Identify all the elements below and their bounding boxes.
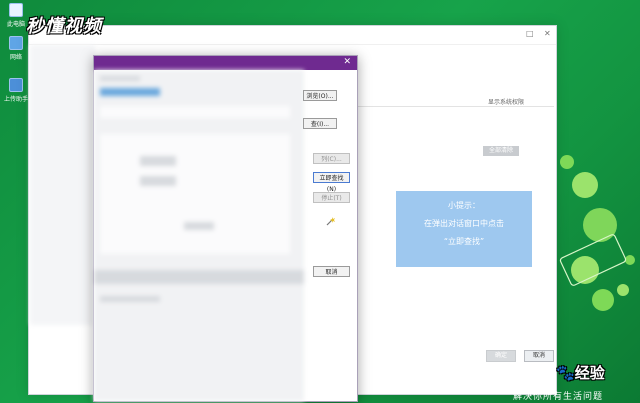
cancel-button-bg[interactable]: 取消 xyxy=(524,350,554,362)
brand-title: 经验 xyxy=(574,364,605,382)
computer-icon xyxy=(9,3,23,17)
desktop-icon-network[interactable]: 网络 xyxy=(2,36,30,61)
brand-subtitle: 解决你所有生活问题 xyxy=(513,392,604,402)
dialog-titlebar: ✕ xyxy=(94,56,357,70)
clear-all-button[interactable]: 全部清除 xyxy=(483,146,519,156)
stop-button[interactable]: 停止(T) xyxy=(313,192,350,203)
find-people-button[interactable]: 查(I)... xyxy=(303,118,337,129)
close-icon[interactable]: ✕ xyxy=(544,29,551,38)
close-icon[interactable]: ✕ xyxy=(343,57,351,67)
tip-title: 小提示： xyxy=(448,201,480,210)
tip-box: 小提示： 在弹出对话窗口中点击 “立即查找” xyxy=(396,191,532,267)
desktop-icon-label: 上传助手 xyxy=(3,96,28,103)
maximize-icon[interactable]: □ xyxy=(526,29,534,38)
watermark-logo-bottom: 🐾经验 xyxy=(556,362,605,383)
browse-button[interactable]: 浏览(O)... xyxy=(303,90,337,101)
tip-line: “立即查找” xyxy=(443,237,485,246)
network-icon xyxy=(9,36,23,50)
decorative-circles xyxy=(559,155,635,311)
find-dialog: ✕ xyxy=(93,55,358,402)
search-animation-icon xyxy=(326,217,335,226)
upload-icon xyxy=(9,78,23,92)
columns-button[interactable]: 列(C)... xyxy=(313,153,350,164)
blurred-side-panel xyxy=(30,45,95,325)
show-system-permissions-link[interactable]: 显示系统权限 xyxy=(488,97,524,106)
dialog-blurred-content xyxy=(94,70,304,401)
desktop-icon-label: 此电脑 xyxy=(6,21,25,28)
paw-icon: 🐾 xyxy=(556,364,575,382)
ok-button[interactable]: 确定 xyxy=(486,350,516,362)
desktop-icon-upload[interactable]: 上传助手 xyxy=(2,78,30,103)
find-now-button[interactable]: 立即查找(N) xyxy=(313,172,350,193)
window-titlebar xyxy=(29,26,556,45)
tip-line: 在弹出对话窗口中点击 xyxy=(424,219,504,228)
cancel-button[interactable]: 取消 xyxy=(313,266,350,277)
watermark-logo-top: 秒懂视频 xyxy=(26,16,102,37)
desktop-icon-label: 网络 xyxy=(9,54,22,61)
